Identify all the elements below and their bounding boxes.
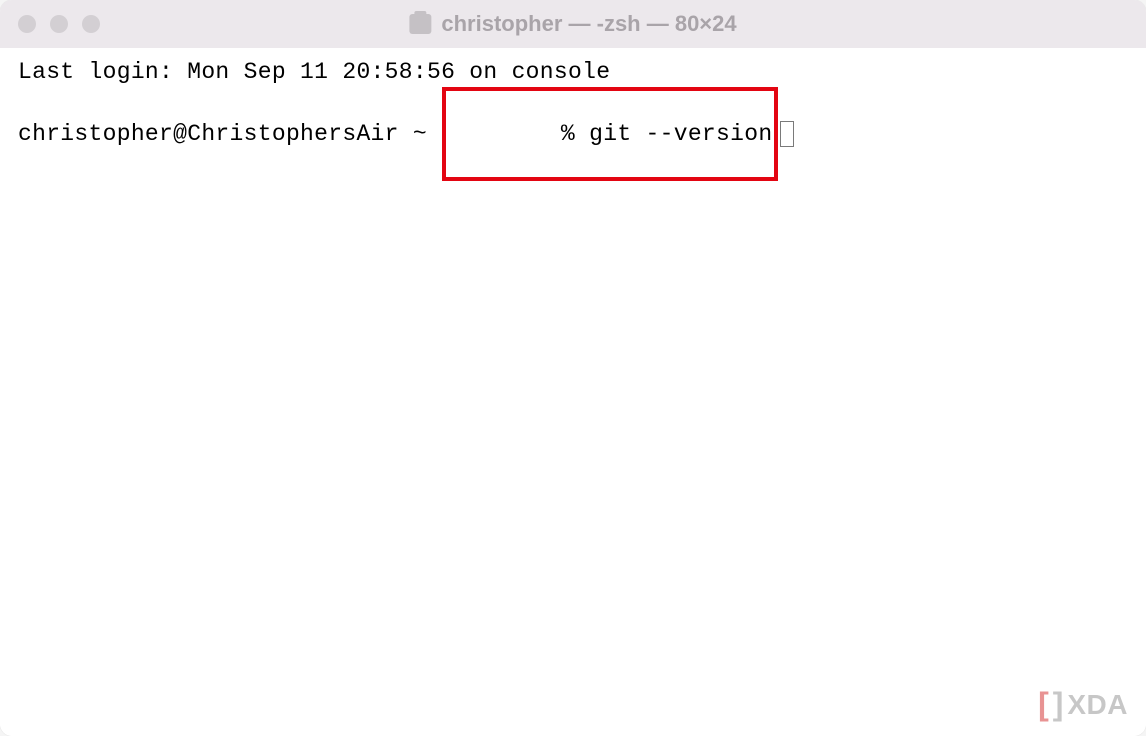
prompt-line: christopher@ChristophersAir ~ % git --ve… — [18, 87, 1128, 181]
close-button[interactable] — [18, 15, 36, 33]
window-title-group: christopher — -zsh — 80×24 — [409, 11, 736, 37]
last-login-line: Last login: Mon Sep 11 20:58:56 on conso… — [18, 58, 1128, 87]
window-titlebar[interactable]: christopher — -zsh — 80×24 — [0, 0, 1146, 48]
watermark-bracket-right-icon: ] — [1053, 684, 1064, 724]
command-text: % git --version — [561, 121, 773, 147]
prompt-user-host: christopher@ChristophersAir ~ — [18, 120, 441, 149]
watermark: [ ] XDA — [1038, 684, 1128, 724]
watermark-bracket-left-icon: [ — [1038, 684, 1049, 724]
terminal-content[interactable]: Last login: Mon Sep 11 20:58:56 on conso… — [0, 48, 1146, 736]
maximize-button[interactable] — [82, 15, 100, 33]
window-title: christopher — -zsh — 80×24 — [441, 11, 736, 37]
command-highlight: % git --version — [442, 87, 778, 181]
traffic-lights — [18, 15, 100, 33]
folder-icon — [409, 14, 431, 34]
terminal-cursor — [780, 121, 794, 147]
watermark-text: XDA — [1067, 687, 1128, 722]
minimize-button[interactable] — [50, 15, 68, 33]
terminal-window: christopher — -zsh — 80×24 Last login: M… — [0, 0, 1146, 736]
